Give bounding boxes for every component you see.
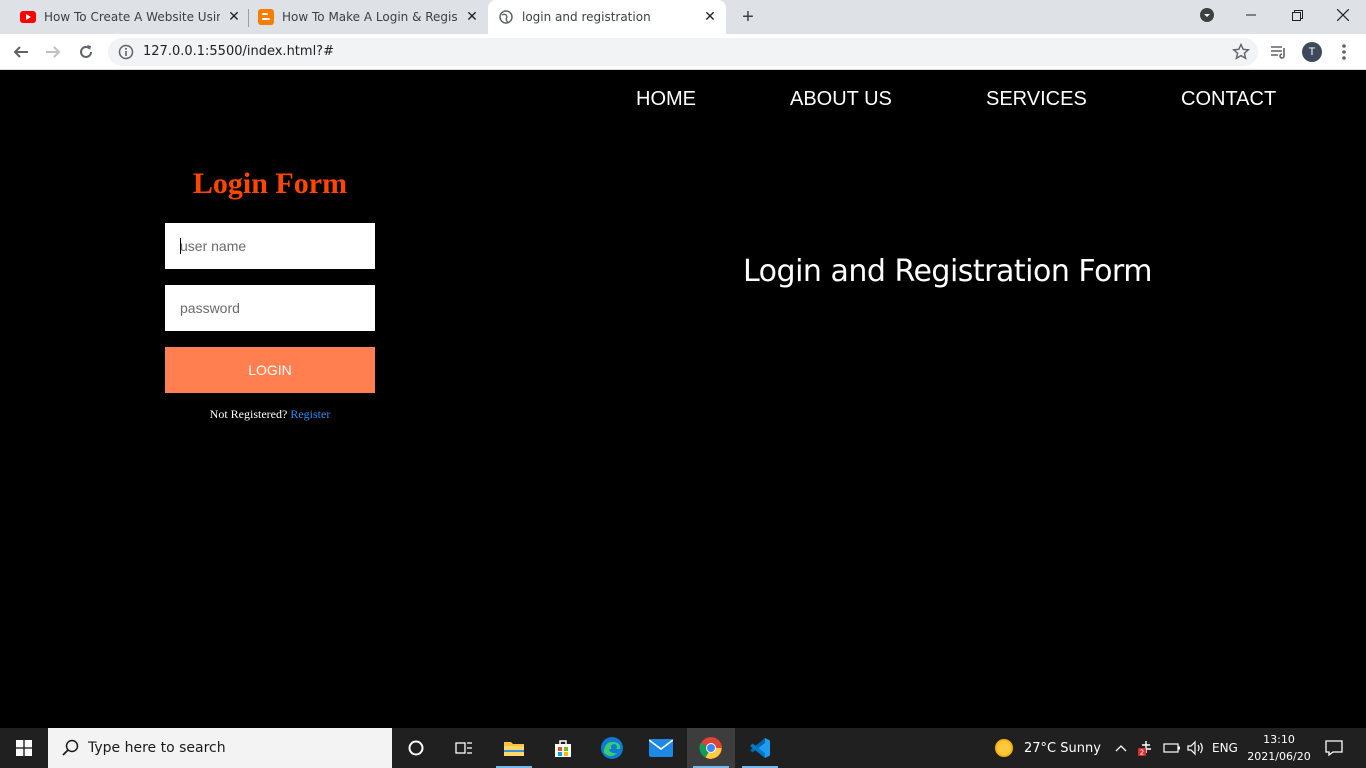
tray-app-icon[interactable]: 2 xyxy=(1137,728,1155,768)
not-registered-text: Not Registered? xyxy=(209,407,288,421)
tab-title: How To Create A Website Using # xyxy=(44,10,220,24)
weather-widget[interactable]: 27°C Sunny xyxy=(994,728,1101,768)
language-indicator[interactable]: ENG xyxy=(1212,728,1238,768)
close-window-button[interactable] xyxy=(1320,0,1366,30)
address-bar[interactable]: 127.0.0.1:5500/index.html?# xyxy=(108,38,1258,66)
browser-tabstrip: How To Create A Website Using # ✕ How To… xyxy=(0,0,1366,34)
close-icon[interactable]: ✕ xyxy=(464,9,480,25)
store-icon[interactable] xyxy=(539,728,587,768)
password-input[interactable] xyxy=(165,285,375,331)
chevron-up-icon xyxy=(1115,745,1127,752)
hero-heading: Login and Registration Form xyxy=(743,254,1152,289)
tab-youtube[interactable]: How To Create A Website Using # ✕ xyxy=(20,0,242,34)
show-hidden-icons[interactable] xyxy=(1114,728,1128,768)
edge-icon[interactable] xyxy=(588,728,636,768)
globe-icon xyxy=(498,9,514,25)
arrow-left-icon xyxy=(13,46,28,58)
vscode-icon[interactable] xyxy=(736,728,784,768)
profile-avatar[interactable]: T xyxy=(1302,42,1322,62)
search-placeholder: Type here to search xyxy=(88,740,226,756)
search-icon xyxy=(62,739,79,756)
restore-button[interactable] xyxy=(1274,0,1320,30)
text-cursor xyxy=(180,238,181,254)
back-button[interactable] xyxy=(9,40,33,64)
chrome-icon[interactable] xyxy=(687,728,735,768)
taskbar-search[interactable]: Type here to search xyxy=(48,728,392,768)
username-input[interactable] xyxy=(165,223,375,269)
task-view-icon[interactable] xyxy=(440,728,488,768)
svg-text:2: 2 xyxy=(1140,749,1144,757)
chevron-down-icon xyxy=(1200,8,1214,22)
nav-contact[interactable]: CONTACT xyxy=(1181,88,1276,111)
clock[interactable]: 13:10 2021/06/20 xyxy=(1244,731,1314,765)
notification-center-icon[interactable] xyxy=(1316,728,1352,768)
register-link[interactable]: Register xyxy=(290,407,330,421)
info-icon xyxy=(118,44,134,60)
usb-badge-icon: 2 xyxy=(1138,741,1151,757)
forward-button[interactable] xyxy=(41,40,65,64)
nav-home[interactable]: HOME xyxy=(636,88,696,111)
clock-date: 2021/06/20 xyxy=(1247,750,1311,763)
tab-title: login and registration xyxy=(522,10,651,24)
menu-kebab-icon[interactable] xyxy=(1334,42,1354,62)
blogger-icon xyxy=(258,9,274,25)
register-prompt: Not Registered? Register xyxy=(165,407,375,422)
url-text: 127.0.0.1:5500/index.html?# xyxy=(143,44,334,59)
cortana-icon[interactable] xyxy=(392,728,440,768)
browser-toolbar: 127.0.0.1:5500/index.html?# T xyxy=(0,34,1366,70)
clock-time: 13:10 xyxy=(1263,733,1295,746)
windows-taskbar: Type here to search 27°C Sunny 2 ENG 13:… xyxy=(0,728,1366,768)
windows-logo-icon xyxy=(16,740,32,756)
tab-login-registration[interactable]: login and registration ✕ xyxy=(488,0,726,34)
tab-title: How To Make A Login & Registra xyxy=(282,10,458,24)
login-button[interactable]: LOGIN xyxy=(165,347,375,393)
close-icon[interactable]: ✕ xyxy=(702,9,718,25)
start-button[interactable] xyxy=(0,728,48,768)
arrow-right-icon xyxy=(46,46,61,58)
tab-blogger[interactable]: How To Make A Login & Registra ✕ xyxy=(258,0,480,34)
star-icon[interactable] xyxy=(1232,43,1250,61)
volume-icon[interactable] xyxy=(1186,728,1206,768)
reload-icon xyxy=(80,45,92,58)
mail-icon[interactable] xyxy=(637,728,685,768)
tab-divider xyxy=(248,9,249,27)
page-content: HOME ABOUT US SERVICES CONTACT Login For… xyxy=(0,71,1366,728)
file-explorer-icon[interactable] xyxy=(490,728,538,768)
minimize-button[interactable] xyxy=(1228,0,1274,30)
reload-button[interactable] xyxy=(74,40,98,64)
weather-text: 27°C Sunny xyxy=(1024,740,1101,756)
close-icon[interactable]: ✕ xyxy=(226,9,242,25)
tab-search-button[interactable] xyxy=(1184,0,1230,30)
login-form-title: Login Form xyxy=(192,167,348,200)
sun-icon xyxy=(995,739,1013,757)
new-tab-button[interactable]: + xyxy=(738,7,758,27)
nav-about-us[interactable]: ABOUT US xyxy=(790,88,892,111)
language-text: ENG xyxy=(1212,741,1238,755)
reading-list-icon[interactable] xyxy=(1269,42,1289,62)
nav-services[interactable]: SERVICES xyxy=(986,88,1087,111)
battery-icon[interactable] xyxy=(1163,728,1181,768)
youtube-icon xyxy=(20,9,36,25)
